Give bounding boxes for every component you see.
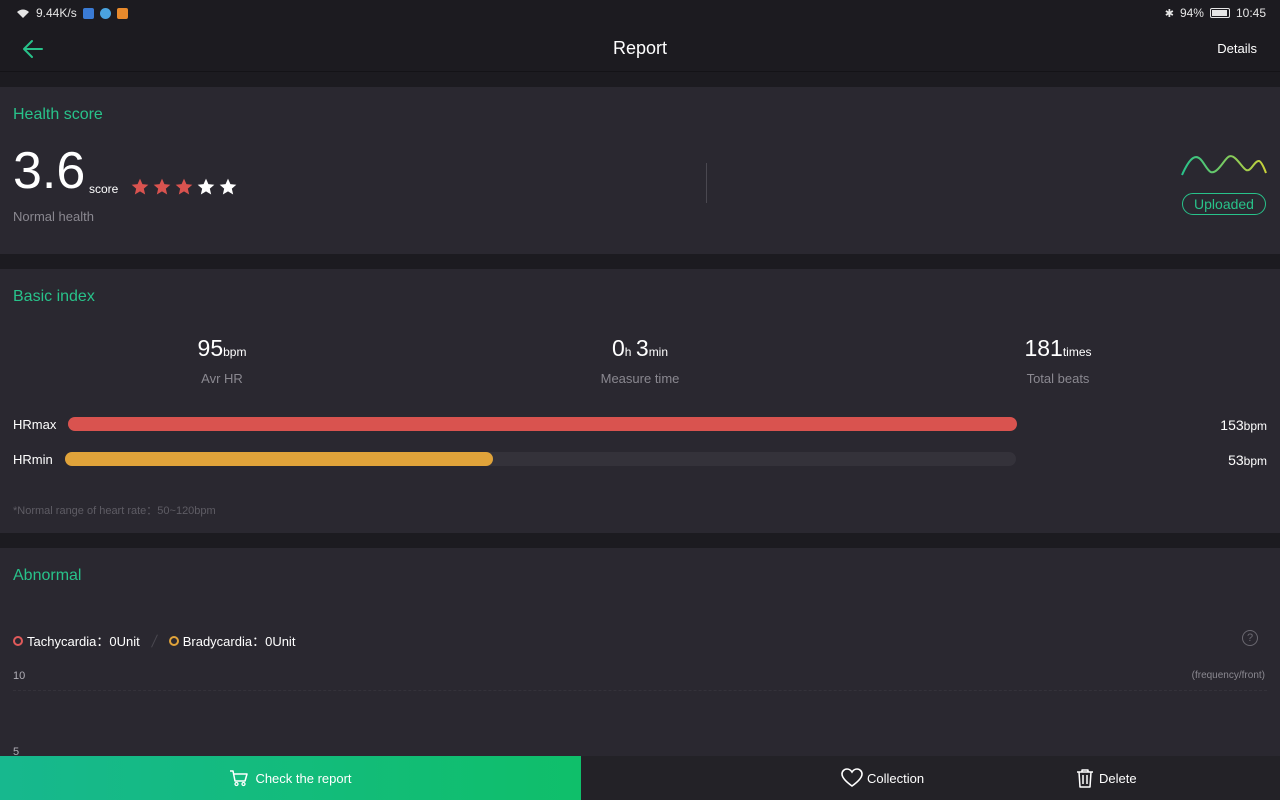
divider — [706, 163, 707, 203]
legend-separator — [150, 633, 158, 648]
heart-icon — [841, 768, 863, 787]
wifi-icon — [17, 9, 29, 18]
delete-label: Delete — [1099, 770, 1137, 786]
bradycardia-dot-icon — [168, 635, 179, 646]
measure-time-stat: 0h 3min — [540, 335, 740, 362]
star-empty-icon — [197, 178, 215, 195]
tachycardia-dot-icon — [13, 635, 23, 646]
measure-hours-value: 0 — [611, 335, 625, 361]
hrmax-value: 153bpm — [1220, 417, 1267, 433]
delete-button[interactable]: Delete — [1075, 756, 1137, 800]
avg-hr-stat: 95bpm — [122, 335, 322, 362]
app-notification-icon — [82, 7, 94, 19]
avg-hr-label: Avr HR — [201, 371, 243, 386]
hrmax-bar-fill — [68, 417, 1017, 431]
clock: 10:45 — [1235, 6, 1266, 20]
status-left: 9.44K/s — [16, 6, 128, 20]
app-bar: Report Details — [0, 26, 1280, 72]
bluetooth-icon: ✱ — [1164, 7, 1174, 20]
hrmin-bar-track — [65, 452, 1016, 466]
health-score-unit: score — [89, 182, 119, 196]
ecg-wave-icon — [1181, 155, 1267, 176]
hrmin-bar-fill — [65, 452, 493, 466]
hrmax-unit: bpm — [1243, 419, 1267, 433]
details-link[interactable]: Details — [1217, 41, 1257, 56]
measure-time-label: Measure time — [600, 371, 680, 386]
trash-icon — [1077, 769, 1093, 788]
hrmax-number: 153 — [1220, 417, 1244, 433]
measure-minutes-unit: min — [648, 345, 669, 359]
media-notification-icon — [116, 7, 128, 19]
collection-button[interactable]: Collection — [841, 756, 924, 800]
hrmin-value: 53bpm — [1228, 452, 1267, 468]
star-rating — [130, 177, 238, 197]
abnormal-legend: Tachycardia：0Unit Bradycardia：0Unit — [13, 631, 295, 650]
hrmax-bar-track — [68, 417, 1017, 431]
hrmin-unit: bpm — [1243, 454, 1267, 468]
page-title: Report — [612, 38, 668, 58]
tachycardia-count: Tachycardia：0Unit — [27, 634, 140, 649]
browser-notification-icon — [99, 7, 111, 19]
battery-fill — [1211, 10, 1227, 16]
star-filled-icon — [175, 178, 193, 195]
collection-label: Collection — [867, 770, 925, 786]
total-beats-value: 181 — [1024, 335, 1063, 361]
hrmin-label: HRmin — [13, 452, 53, 467]
measure-minutes-value: 3 — [635, 335, 649, 361]
gridline-top — [13, 690, 1267, 691]
basic-section-title: Basic index — [13, 288, 95, 305]
total-beats-label: Total beats — [1026, 371, 1090, 386]
total-beats-unit: times — [1062, 345, 1092, 359]
battery-icon — [1209, 8, 1230, 18]
measure-hours-unit: h — [624, 345, 632, 359]
total-beats-stat: 181times — [958, 335, 1158, 362]
basic-index-section: Basic index 95bpm Avr HR 0h 3min Measure… — [0, 269, 1280, 533]
battery-percent: 94% — [1179, 6, 1204, 20]
help-icon[interactable]: ? — [1242, 630, 1258, 646]
hrmin-number: 53 — [1228, 452, 1244, 468]
check-report-button[interactable]: Check the report — [0, 756, 581, 800]
avg-hr-value: 95 — [197, 335, 224, 361]
health-status: Normal health — [13, 209, 94, 224]
normal-range-note: *Normal range of heart rate：50~120bpm — [13, 505, 216, 517]
network-speed: 9.44K/s — [36, 6, 77, 20]
y-axis-tick-top: 10 — [13, 670, 26, 682]
hrmax-label: HRmax — [13, 417, 57, 432]
bottom-action-bar: Check the report Collection Delete — [0, 756, 1280, 800]
health-section-title: Health score — [13, 106, 103, 123]
status-right: ✱ 94% 10:45 — [1165, 6, 1266, 20]
bradycardia-count: Bradycardia：0Unit — [182, 634, 296, 649]
check-report-label: Check the report — [255, 770, 352, 786]
upload-status-badge: Uploaded — [1182, 193, 1266, 215]
y-axis-unit: (frequency/front) — [1191, 670, 1265, 681]
avg-hr-unit: bpm — [223, 345, 247, 359]
star-empty-icon — [219, 178, 237, 195]
star-filled-icon — [153, 178, 171, 195]
health-score-value: 3.6 — [13, 142, 86, 200]
abnormal-section-title: Abnormal — [13, 567, 82, 584]
status-bar: 9.44K/s ✱ 94% 10:45 — [0, 0, 1280, 26]
star-filled-icon — [131, 178, 149, 195]
health-score-section: Health score 3.6 score Normal health Upl… — [0, 87, 1280, 254]
cart-icon — [230, 770, 249, 787]
